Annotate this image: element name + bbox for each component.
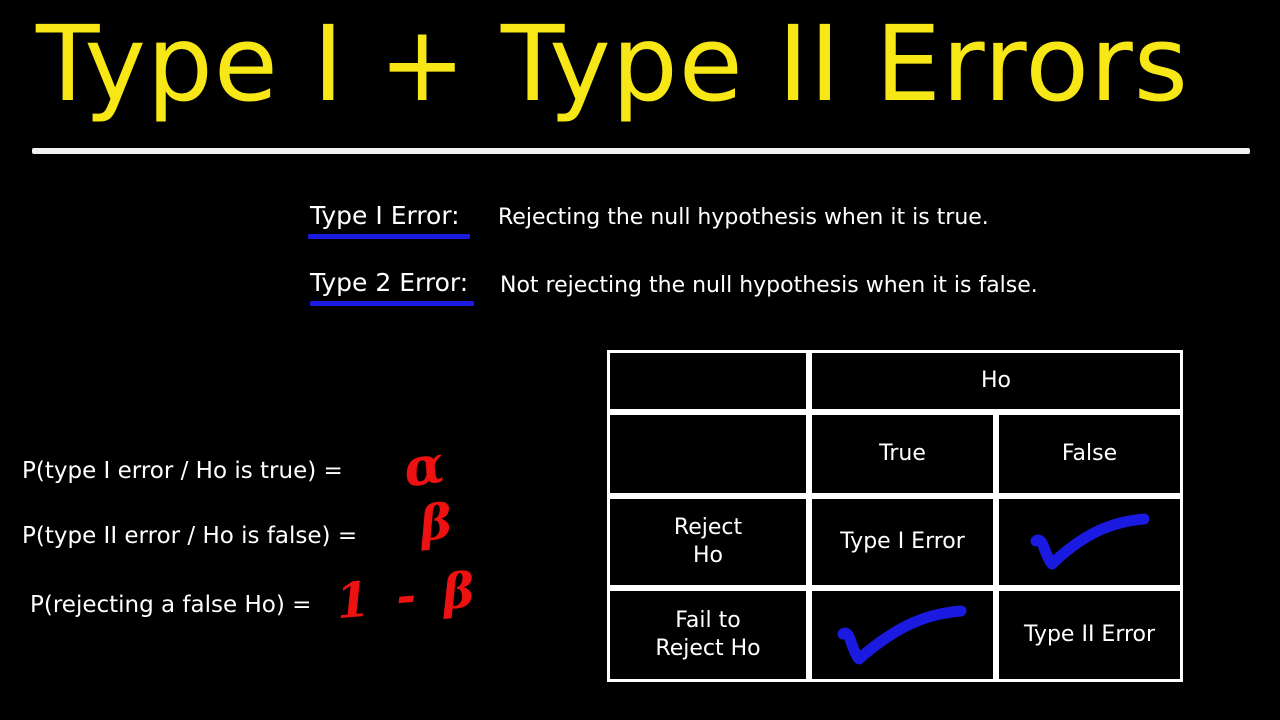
definition-text-type-2: Not rejecting the null hypothesis when i… (500, 273, 1038, 298)
definition-underline-type-1 (308, 234, 470, 239)
handwritten-beta-symbol: β (417, 493, 455, 553)
title-divider (32, 148, 1250, 154)
definition-underline-type-2 (310, 301, 474, 306)
matrix-column-header-false: False (996, 412, 1183, 496)
matrix-cell-fail-false: Type II Error (996, 588, 1183, 682)
matrix-corner-cell (607, 350, 809, 412)
matrix-cell-reject-false (996, 496, 1183, 588)
matrix-cell-fail-true (809, 588, 996, 682)
decision-matrix-table: Ho True False Reject Ho Type I Error Fai… (607, 350, 1183, 682)
definition-text-type-1: Rejecting the null hypothesis when it is… (498, 205, 989, 230)
checkmark-icon (812, 591, 993, 679)
matrix-row-label-reject-ho: Reject Ho (607, 496, 809, 588)
matrix-group-header-ho: Ho (809, 350, 1183, 412)
table-row: Reject Ho Type I Error (607, 496, 1183, 588)
row-label-line-1: Fail to (675, 608, 741, 633)
matrix-column-header-true: True (809, 412, 996, 496)
handwritten-one-minus-beta-symbol: 1 - β (333, 561, 482, 631)
row-label-line-2: Ho (692, 543, 723, 568)
formula-type-2-error: P(type II error / Ho is false) = (22, 523, 358, 549)
table-row: Fail to Reject Ho Type II Error (607, 588, 1183, 682)
table-row-group-header: Ho (607, 350, 1183, 412)
table-row-column-headers: True False (607, 412, 1183, 496)
handwritten-alpha-symbol: α (399, 433, 448, 500)
matrix-cell-reject-true: Type I Error (809, 496, 996, 588)
row-label-line-2: Reject Ho (655, 636, 761, 661)
slide-canvas: Type I + Type II Errors Type I Error: Re… (0, 0, 1280, 720)
row-label-line-1: Reject (673, 515, 743, 540)
matrix-corner-cell-2 (607, 412, 809, 496)
matrix-row-label-fail-to-reject-ho: Fail to Reject Ho (607, 588, 809, 682)
formula-type-1-error: P(type I error / Ho is true) = (22, 458, 343, 484)
definition-label-type-1: Type I Error: (310, 201, 460, 230)
page-title: Type I + Type II Errors (36, 3, 1189, 125)
definition-label-type-2: Type 2 Error: (310, 268, 469, 297)
formula-power: P(rejecting a false Ho) = (30, 592, 312, 618)
checkmark-icon (999, 499, 1180, 585)
